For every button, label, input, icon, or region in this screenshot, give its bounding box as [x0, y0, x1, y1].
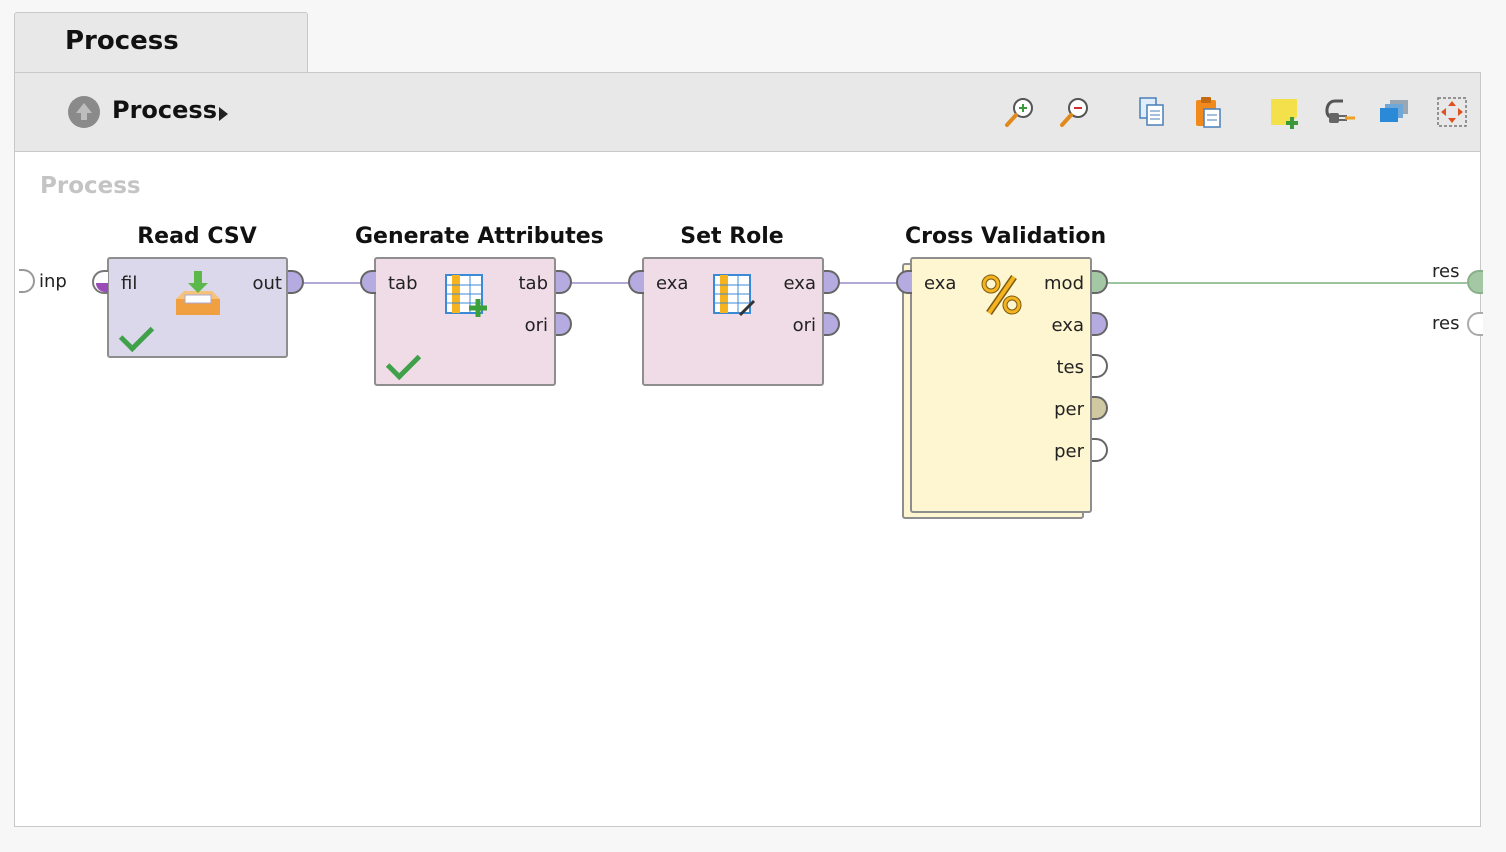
cross-validation-port-label-tes: tes [1056, 357, 1084, 378]
set-role-output-port-exa[interactable] [824, 270, 840, 294]
generate-attributes-port-label-tab-out: tab [518, 273, 548, 294]
process-result-port-2[interactable] [1467, 312, 1483, 336]
wire-generate-to-setrole[interactable] [571, 282, 631, 284]
set-role-output-port-ori[interactable] [824, 312, 840, 336]
process-toolbar: Process [15, 73, 1480, 152]
fit-view-icon[interactable] [1435, 95, 1469, 129]
set-role-input-port[interactable] [628, 270, 644, 294]
wire-read-to-generate[interactable] [303, 282, 363, 284]
generate-attributes-success-check-icon [385, 344, 422, 381]
cross-validation-operator[interactable]: exa mod exa tes per per [910, 257, 1092, 513]
read-csv-success-check-icon [118, 316, 155, 353]
cross-validation-port-label-exa-in: exa [924, 273, 957, 294]
cross-validation-title: Cross Validation [905, 224, 1107, 249]
generate-attributes-output-port-ori[interactable] [556, 312, 572, 336]
generate-attributes-operator[interactable]: tab tab ori [374, 257, 556, 386]
cross-validation-port-label-mod: mod [1044, 273, 1084, 294]
process-result-label-2: res [1432, 313, 1460, 334]
read-csv-title: Read CSV [137, 224, 257, 249]
read-csv-icon [176, 271, 220, 315]
read-csv-port-label-out: out [252, 273, 282, 294]
cross-validation-output-port-mod[interactable] [1092, 270, 1108, 294]
generate-attributes-title: Generate Attributes [355, 224, 604, 249]
generate-attributes-port-label-ori: ori [524, 315, 548, 336]
generate-attributes-output-port-tab[interactable] [556, 270, 572, 294]
process-panel: Process Process inp res res Read CSV fil… [14, 72, 1483, 827]
set-role-port-label-exa-in: exa [656, 273, 689, 294]
percent-icon [981, 274, 1022, 315]
cross-validation-port-label-per-1: per [1054, 399, 1084, 420]
read-csv-input-port[interactable] [92, 270, 108, 294]
set-role-port-label-ori: ori [792, 315, 816, 336]
generate-attributes-input-port[interactable] [360, 270, 376, 294]
breadcrumb[interactable]: Process [112, 96, 217, 124]
read-csv-operator[interactable]: fil out [107, 257, 288, 358]
add-note-icon[interactable] [1268, 95, 1302, 129]
auto-wire-icon[interactable] [1323, 95, 1357, 129]
generate-attributes-port-label-tab-in: tab [388, 273, 418, 294]
cross-validation-input-port[interactable] [896, 270, 912, 294]
layers-icon[interactable] [1378, 95, 1412, 129]
process-input-port[interactable] [19, 269, 35, 293]
cross-validation-output-port-per-1[interactable] [1092, 396, 1108, 420]
generate-attributes-icon [445, 274, 487, 317]
copy-icon[interactable] [1135, 95, 1169, 129]
breadcrumb-expand-icon[interactable] [219, 107, 228, 121]
read-csv-port-label-fil: fil [121, 273, 138, 294]
cross-validation-output-port-exa[interactable] [1092, 312, 1108, 336]
parent-process-up-icon[interactable] [68, 96, 100, 128]
set-role-icon [713, 274, 756, 317]
process-result-port-1[interactable] [1467, 270, 1483, 294]
wire-crossval-to-result[interactable] [1107, 282, 1467, 284]
process-tab[interactable]: Process [14, 12, 308, 72]
process-result-label-1: res [1432, 261, 1460, 282]
zoom-out-icon[interactable] [1058, 95, 1092, 129]
set-role-port-label-exa-out: exa [783, 273, 816, 294]
read-csv-output-port[interactable] [288, 270, 304, 294]
process-input-label: inp [39, 271, 67, 292]
set-role-title: Set Role [680, 224, 784, 249]
cross-validation-port-label-exa-out: exa [1051, 315, 1084, 336]
zoom-in-icon[interactable] [1003, 95, 1037, 129]
set-role-operator[interactable]: exa exa ori [642, 257, 824, 386]
cross-validation-output-port-per-2[interactable] [1092, 438, 1108, 462]
process-tab-label: Process [65, 26, 179, 56]
cross-validation-output-port-tes[interactable] [1092, 354, 1108, 378]
canvas-title: Process [40, 173, 141, 199]
cross-validation-port-label-per-2: per [1054, 441, 1084, 462]
paste-icon[interactable] [1191, 95, 1225, 129]
